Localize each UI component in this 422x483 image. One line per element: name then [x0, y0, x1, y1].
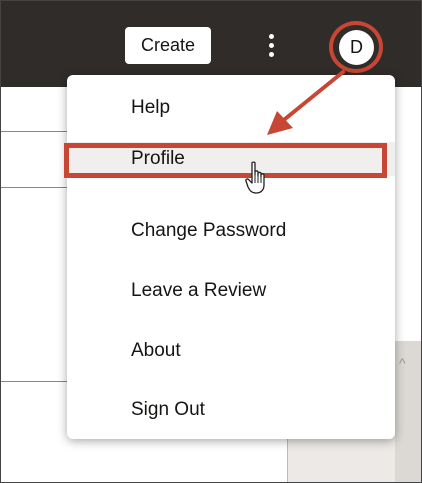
app-window: ^ Create D Help Profile Change Password …	[0, 0, 422, 483]
callout-arrow	[267, 70, 345, 135]
hand-pointer-icon	[245, 161, 265, 194]
